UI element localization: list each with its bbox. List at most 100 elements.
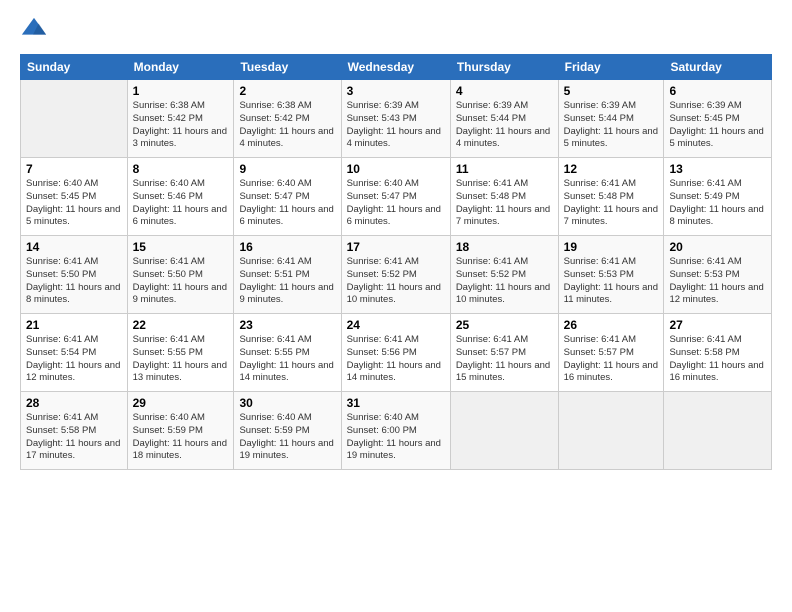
day-cell: 26 Sunrise: 6:41 AM Sunset: 5:57 PM Dayli… <box>558 314 664 392</box>
cell-info: Sunrise: 6:41 AM Sunset: 5:58 PM Dayligh… <box>669 334 766 385</box>
day-number: 31 <box>347 396 445 410</box>
day-cell: 24 Sunrise: 6:41 AM Sunset: 5:56 PM Dayli… <box>341 314 450 392</box>
col-header-saturday: Saturday <box>664 55 772 80</box>
cell-info: Sunrise: 6:41 AM Sunset: 5:53 PM Dayligh… <box>564 256 659 307</box>
day-number: 21 <box>26 318 122 332</box>
day-cell: 16Sunrise: 6:41 AM Sunset: 5:51 PM Dayli… <box>234 236 341 314</box>
col-header-sunday: Sunday <box>21 55 128 80</box>
day-cell: 10 Sunrise: 6:40 AM Sunset: 5:47 PM Dayli… <box>341 158 450 236</box>
cell-info: Sunrise: 6:41 AM Sunset: 5:50 PM Dayligh… <box>133 256 229 307</box>
day-number: 28 <box>26 396 122 410</box>
day-cell: 22 Sunrise: 6:41 AM Sunset: 5:55 PM Dayli… <box>127 314 234 392</box>
cell-info: Sunrise: 6:41 AM Sunset: 5:50 PM Dayligh… <box>26 256 122 307</box>
day-cell: 7 Sunrise: 6:40 AM Sunset: 5:45 PM Daylig… <box>21 158 128 236</box>
cell-info: Sunrise: 6:41 AM Sunset: 5:49 PM Dayligh… <box>669 178 766 229</box>
cell-info: Sunrise: 6:38 AM Sunset: 5:42 PM Dayligh… <box>239 100 335 151</box>
week-row-4: 21 Sunrise: 6:41 AM Sunset: 5:54 PM Dayli… <box>21 314 772 392</box>
cell-info: Sunrise: 6:40 AM Sunset: 5:45 PM Dayligh… <box>26 178 122 229</box>
day-number: 12 <box>564 162 659 176</box>
cell-info: Sunrise: 6:40 AM Sunset: 5:47 PM Dayligh… <box>239 178 335 229</box>
week-row-3: 14 Sunrise: 6:41 AM Sunset: 5:50 PM Dayli… <box>21 236 772 314</box>
cell-info: Sunrise: 6:40 AM Sunset: 6:00 PM Dayligh… <box>347 412 445 463</box>
header <box>20 16 772 44</box>
day-cell: 6Sunrise: 6:39 AM Sunset: 5:45 PM Daylig… <box>664 80 772 158</box>
col-header-thursday: Thursday <box>450 55 558 80</box>
day-number: 25 <box>456 318 553 332</box>
cell-info: Sunrise: 6:41 AM Sunset: 5:57 PM Dayligh… <box>564 334 659 385</box>
cell-info: Sunrise: 6:41 AM Sunset: 5:58 PM Dayligh… <box>26 412 122 463</box>
day-cell: 4 Sunrise: 6:39 AM Sunset: 5:44 PM Daylig… <box>450 80 558 158</box>
day-cell: 13 Sunrise: 6:41 AM Sunset: 5:49 PM Dayli… <box>664 158 772 236</box>
day-number: 30 <box>239 396 335 410</box>
day-number: 20 <box>669 240 766 254</box>
day-cell <box>558 392 664 470</box>
cell-info: Sunrise: 6:39 AM Sunset: 5:45 PM Dayligh… <box>669 100 766 151</box>
page: SundayMondayTuesdayWednesdayThursdayFrid… <box>0 0 792 612</box>
day-number: 14 <box>26 240 122 254</box>
day-cell: 25Sunrise: 6:41 AM Sunset: 5:57 PM Dayli… <box>450 314 558 392</box>
day-number: 23 <box>239 318 335 332</box>
cell-info: Sunrise: 6:39 AM Sunset: 5:44 PM Dayligh… <box>456 100 553 151</box>
day-number: 10 <box>347 162 445 176</box>
day-cell: 5 Sunrise: 6:39 AM Sunset: 5:44 PM Daylig… <box>558 80 664 158</box>
cell-info: Sunrise: 6:41 AM Sunset: 5:55 PM Dayligh… <box>133 334 229 385</box>
day-cell: 30 Sunrise: 6:40 AM Sunset: 5:59 PM Dayli… <box>234 392 341 470</box>
cell-info: Sunrise: 6:40 AM Sunset: 5:59 PM Dayligh… <box>133 412 229 463</box>
cell-info: Sunrise: 6:41 AM Sunset: 5:52 PM Dayligh… <box>347 256 445 307</box>
day-number: 26 <box>564 318 659 332</box>
day-cell <box>21 80 128 158</box>
col-header-wednesday: Wednesday <box>341 55 450 80</box>
week-row-2: 7 Sunrise: 6:40 AM Sunset: 5:45 PM Daylig… <box>21 158 772 236</box>
day-number: 7 <box>26 162 122 176</box>
week-row-1: 1 Sunrise: 6:38 AM Sunset: 5:42 PM Daylig… <box>21 80 772 158</box>
day-number: 11 <box>456 162 553 176</box>
cell-info: Sunrise: 6:41 AM Sunset: 5:56 PM Dayligh… <box>347 334 445 385</box>
cell-info: Sunrise: 6:40 AM Sunset: 5:59 PM Dayligh… <box>239 412 335 463</box>
day-cell: 28 Sunrise: 6:41 AM Sunset: 5:58 PM Dayli… <box>21 392 128 470</box>
day-cell: 27 Sunrise: 6:41 AM Sunset: 5:58 PM Dayli… <box>664 314 772 392</box>
day-number: 18 <box>456 240 553 254</box>
cell-info: Sunrise: 6:40 AM Sunset: 5:46 PM Dayligh… <box>133 178 229 229</box>
day-number: 27 <box>669 318 766 332</box>
day-number: 22 <box>133 318 229 332</box>
day-cell: 9Sunrise: 6:40 AM Sunset: 5:47 PM Daylig… <box>234 158 341 236</box>
cell-info: Sunrise: 6:41 AM Sunset: 5:51 PM Dayligh… <box>239 256 335 307</box>
day-cell: 2Sunrise: 6:38 AM Sunset: 5:42 PM Daylig… <box>234 80 341 158</box>
day-cell: 12 Sunrise: 6:41 AM Sunset: 5:48 PM Dayli… <box>558 158 664 236</box>
day-cell: 17 Sunrise: 6:41 AM Sunset: 5:52 PM Dayli… <box>341 236 450 314</box>
day-number: 13 <box>669 162 766 176</box>
day-cell <box>664 392 772 470</box>
calendar-table: SundayMondayTuesdayWednesdayThursdayFrid… <box>20 54 772 470</box>
cell-info: Sunrise: 6:40 AM Sunset: 5:47 PM Dayligh… <box>347 178 445 229</box>
day-cell: 21 Sunrise: 6:41 AM Sunset: 5:54 PM Dayli… <box>21 314 128 392</box>
day-cell: 20Sunrise: 6:41 AM Sunset: 5:53 PM Dayli… <box>664 236 772 314</box>
col-header-friday: Friday <box>558 55 664 80</box>
day-number: 5 <box>564 84 659 98</box>
cell-info: Sunrise: 6:41 AM Sunset: 5:48 PM Dayligh… <box>564 178 659 229</box>
day-number: 15 <box>133 240 229 254</box>
cell-info: Sunrise: 6:41 AM Sunset: 5:54 PM Dayligh… <box>26 334 122 385</box>
logo-icon <box>20 16 48 44</box>
day-number: 3 <box>347 84 445 98</box>
day-cell <box>450 392 558 470</box>
day-number: 24 <box>347 318 445 332</box>
col-header-tuesday: Tuesday <box>234 55 341 80</box>
day-number: 17 <box>347 240 445 254</box>
cell-info: Sunrise: 6:39 AM Sunset: 5:43 PM Dayligh… <box>347 100 445 151</box>
day-number: 19 <box>564 240 659 254</box>
day-number: 8 <box>133 162 229 176</box>
header-row: SundayMondayTuesdayWednesdayThursdayFrid… <box>21 55 772 80</box>
cell-info: Sunrise: 6:39 AM Sunset: 5:44 PM Dayligh… <box>564 100 659 151</box>
day-cell: 23Sunrise: 6:41 AM Sunset: 5:55 PM Dayli… <box>234 314 341 392</box>
col-header-monday: Monday <box>127 55 234 80</box>
day-cell: 19 Sunrise: 6:41 AM Sunset: 5:53 PM Dayli… <box>558 236 664 314</box>
week-row-5: 28 Sunrise: 6:41 AM Sunset: 5:58 PM Dayli… <box>21 392 772 470</box>
day-cell: 3 Sunrise: 6:39 AM Sunset: 5:43 PM Daylig… <box>341 80 450 158</box>
day-number: 1 <box>133 84 229 98</box>
cell-info: Sunrise: 6:41 AM Sunset: 5:52 PM Dayligh… <box>456 256 553 307</box>
day-cell: 31 Sunrise: 6:40 AM Sunset: 6:00 PM Dayli… <box>341 392 450 470</box>
day-number: 29 <box>133 396 229 410</box>
day-cell: 14 Sunrise: 6:41 AM Sunset: 5:50 PM Dayli… <box>21 236 128 314</box>
day-number: 4 <box>456 84 553 98</box>
logo <box>20 16 52 44</box>
